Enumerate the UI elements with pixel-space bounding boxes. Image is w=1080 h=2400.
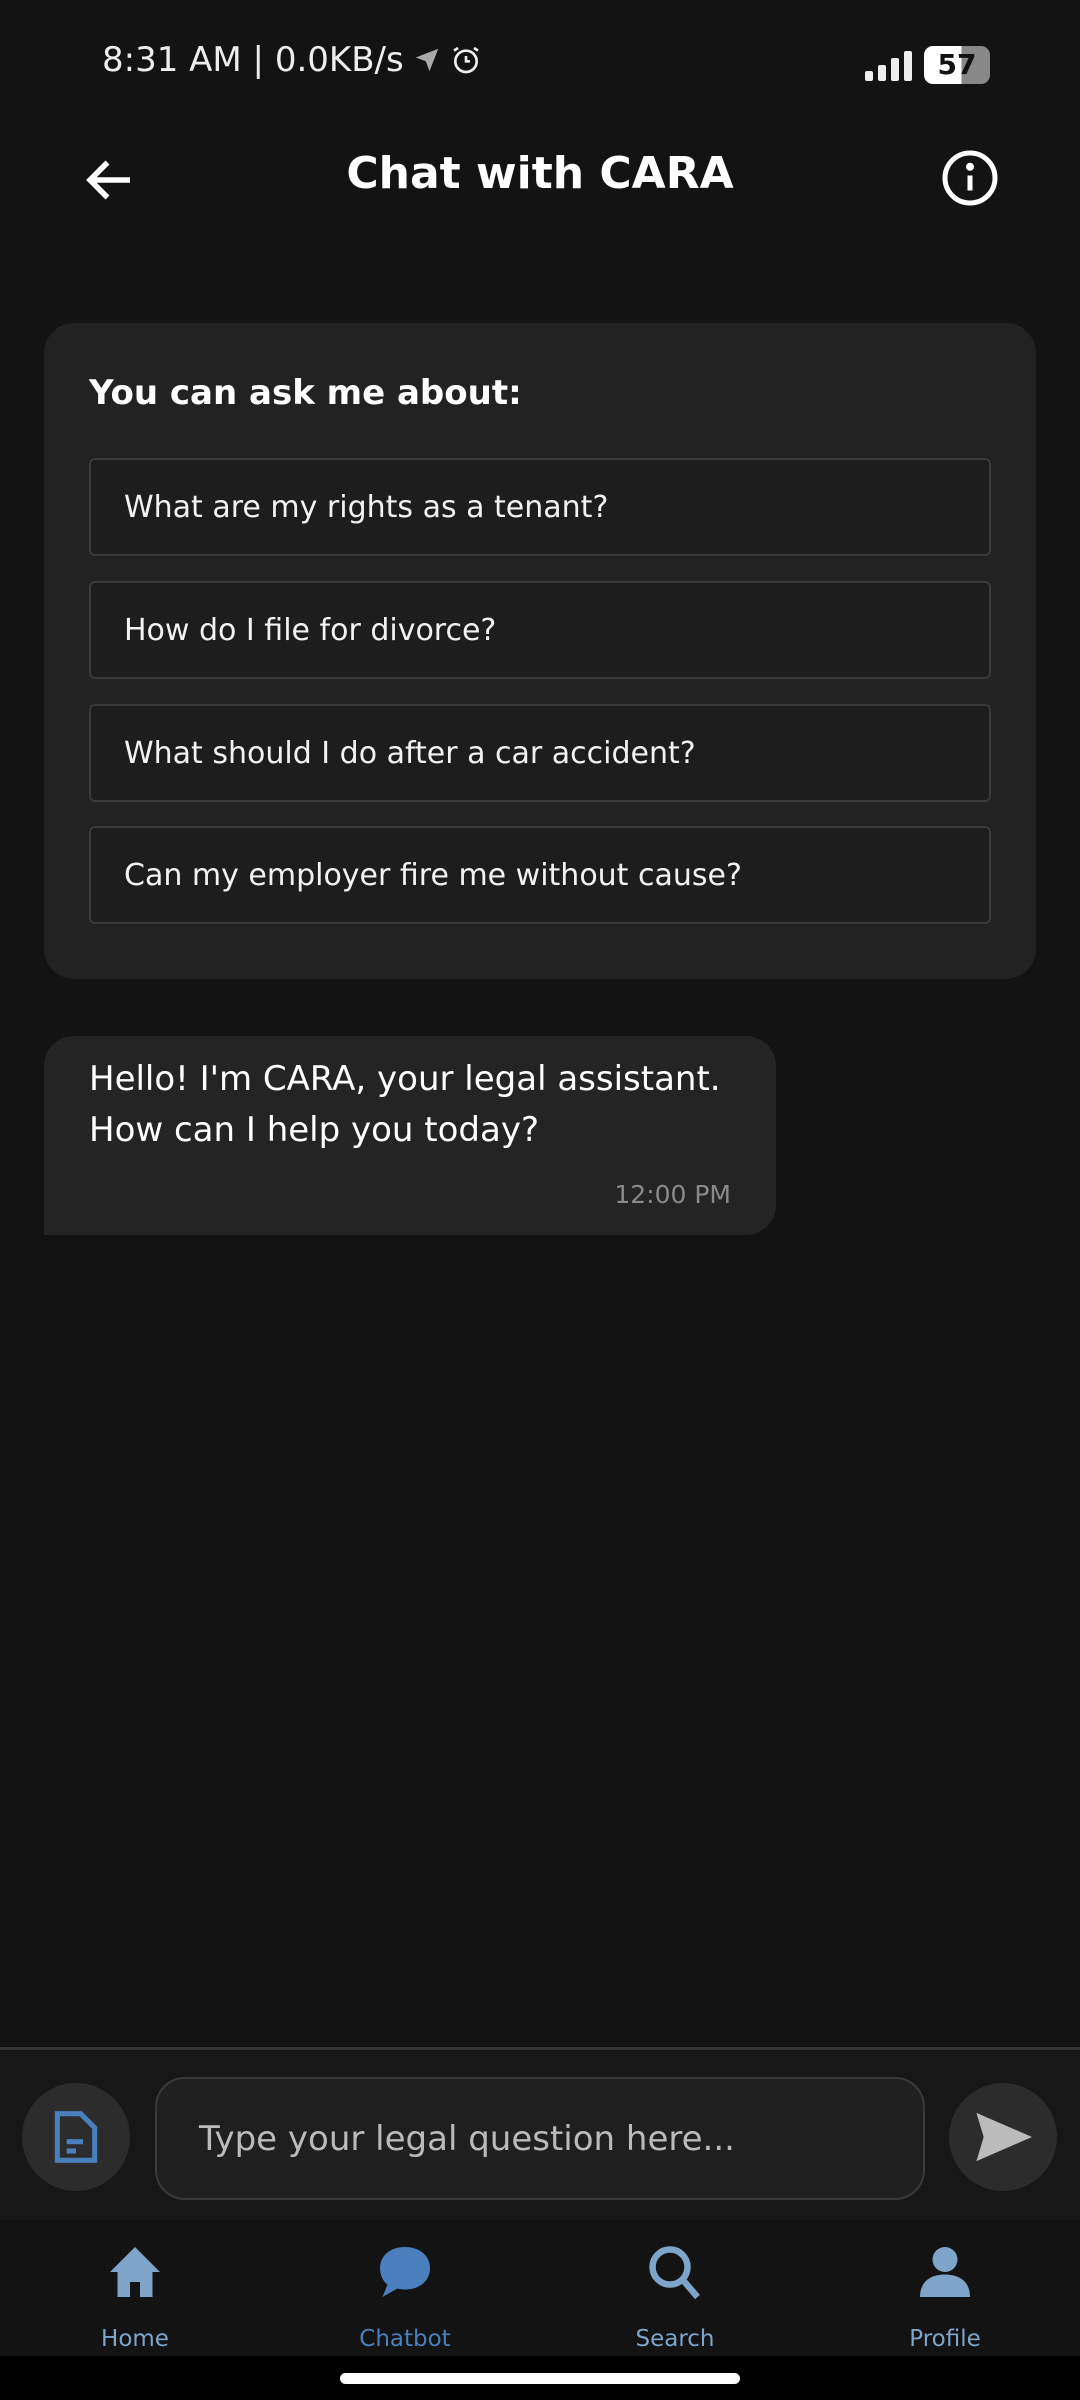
message-text: Hello! I'm CARA, your legal assistant. H… <box>89 1059 721 1150</box>
battery-icon: 57 <box>924 46 990 84</box>
profile-icon <box>920 2247 970 2297</box>
document-button[interactable] <box>22 2083 130 2191</box>
bottom-nav: Home Chatbot Search Profile <box>0 2220 1080 2356</box>
system-home-area <box>0 2356 1080 2400</box>
nav-chatbot[interactable]: Chatbot <box>270 2220 540 2356</box>
status-text: 8:31 AM | 0.0KB/s <box>102 40 404 80</box>
status-bar-right: 57 <box>865 46 990 84</box>
suggestion-item[interactable]: What are my rights as a tenant? <box>89 458 991 556</box>
suggestions-title: You can ask me about: <box>89 373 522 413</box>
nav-search[interactable]: Search <box>540 2220 810 2356</box>
nav-home[interactable]: Home <box>0 2220 270 2356</box>
nav-label: Profile <box>909 2326 981 2352</box>
nav-label: Home <box>101 2326 169 2352</box>
suggestion-item[interactable]: Can my employer fire me without cause? <box>89 826 991 924</box>
suggestion-item[interactable]: How do I file for divorce? <box>89 581 991 679</box>
nav-profile[interactable]: Profile <box>810 2220 1080 2356</box>
suggestions-card: You can ask me about: What are my rights… <box>44 323 1036 979</box>
signal-icon <box>865 49 912 81</box>
chat-bubble-icon <box>380 2247 430 2297</box>
send-icon <box>976 2112 1032 2162</box>
location-icon <box>415 48 438 72</box>
suggestion-item[interactable]: What should I do after a car accident? <box>89 704 991 802</box>
message-input[interactable]: Type your legal question here... <box>155 2077 925 2200</box>
status-bar-left: 8:31 AM | 0.0KB/s <box>102 40 482 80</box>
alarm-icon <box>452 46 479 74</box>
page-title: Chat with CARA <box>346 148 734 199</box>
search-icon <box>649 2246 700 2300</box>
home-indicator[interactable] <box>340 2373 740 2384</box>
send-button[interactable] <box>949 2083 1057 2191</box>
home-icon <box>110 2247 160 2297</box>
nav-label: Search <box>635 2326 715 2352</box>
nav-label: Chatbot <box>359 2326 451 2352</box>
info-icon[interactable] <box>940 148 1000 208</box>
document-icon <box>54 2111 98 2163</box>
message-time: 12:00 PM <box>614 1180 731 1209</box>
bot-message: Hello! I'm CARA, your legal assistant. H… <box>44 1036 776 1235</box>
composer: Type your legal question here... <box>0 2047 1080 2220</box>
